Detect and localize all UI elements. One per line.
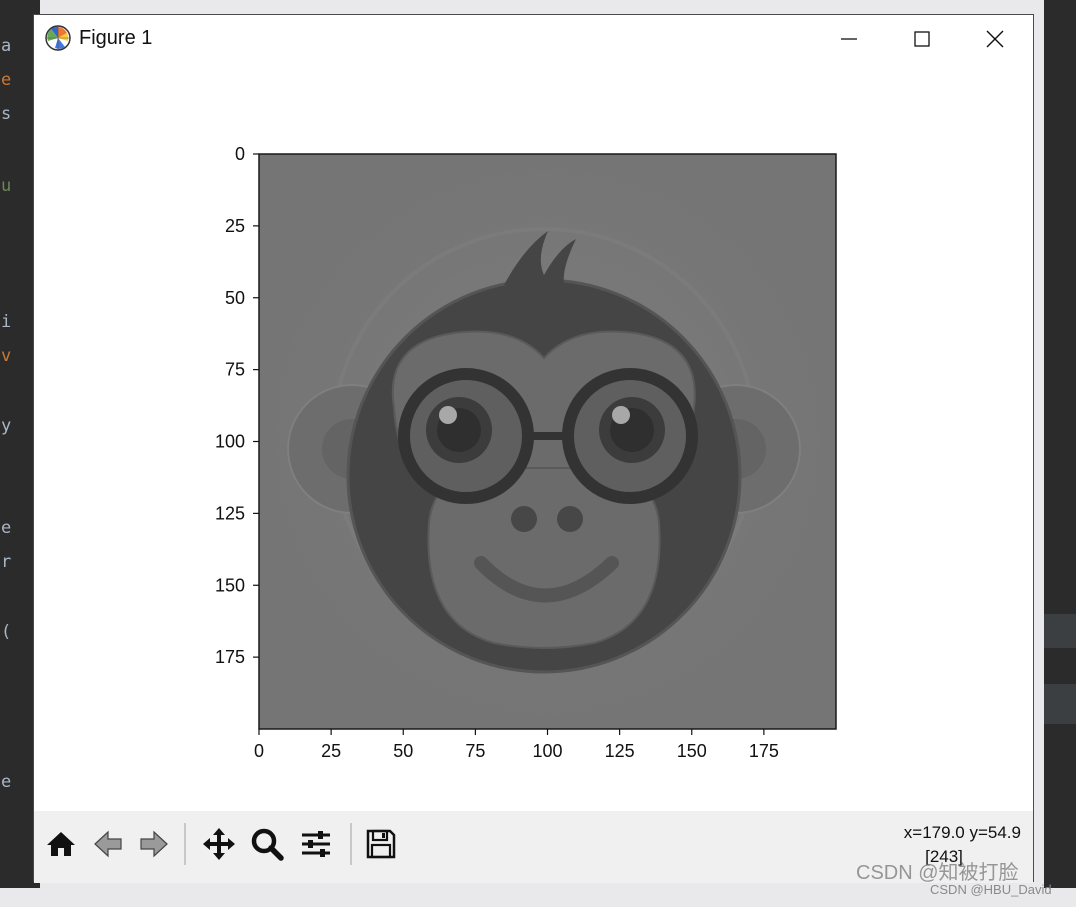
x-tick-label: 50 <box>393 741 413 761</box>
y-tick-label: 150 <box>215 575 245 595</box>
minimize-icon <box>841 38 857 40</box>
x-tick-label: 150 <box>677 741 707 761</box>
magnifier-icon <box>251 828 284 861</box>
watermark-small: CSDN @HBU_David <box>930 882 1052 897</box>
close-icon <box>986 30 1004 48</box>
coordinates-readout: x=179.0 y=54.9 <box>903 823 1021 842</box>
floppy-icon <box>366 829 396 859</box>
title-bar[interactable]: Figure 1 <box>34 15 1033 63</box>
window-title: Figure 1 <box>79 27 153 49</box>
x-tick-label: 75 <box>465 741 485 761</box>
save-button[interactable] <box>358 821 404 867</box>
desktop-background-bottom <box>0 888 1076 907</box>
home-button[interactable] <box>38 821 84 867</box>
monkey-image <box>259 154 836 729</box>
y-tick-label: 100 <box>215 432 245 452</box>
zoom-button[interactable] <box>244 821 290 867</box>
back-button[interactable] <box>86 821 130 867</box>
x-axis-ticks: 0 25 50 75 100 125 150 175 <box>254 729 779 761</box>
minimize-button[interactable] <box>814 15 884 63</box>
home-icon <box>47 832 75 856</box>
y-tick-label: 175 <box>215 647 245 667</box>
sliders-icon <box>302 831 330 857</box>
pan-button[interactable] <box>196 821 242 867</box>
image-plot[interactable]: 0 25 50 75 100 125 150 175 0 25 50 75 100 125 150 175 <box>34 63 1033 811</box>
y-axis-ticks: 0 25 50 75 100 125 150 175 <box>215 144 259 667</box>
close-button[interactable] <box>960 15 1030 63</box>
desktop-background <box>0 0 1076 14</box>
forward-button[interactable] <box>132 821 176 867</box>
y-tick-label: 75 <box>225 360 245 380</box>
arrow-right-icon <box>140 830 168 858</box>
maximize-icon <box>914 31 930 47</box>
y-tick-label: 0 <box>235 144 245 164</box>
configure-subplots-button[interactable] <box>292 821 340 867</box>
x-tick-label: 100 <box>532 741 562 761</box>
matplotlib-logo-icon <box>45 25 71 51</box>
background-panel-right <box>1044 0 1076 907</box>
x-tick-label: 175 <box>749 741 779 761</box>
toolbar-separator <box>184 823 186 865</box>
x-tick-label: 125 <box>605 741 635 761</box>
watermark: CSDN @知被打脸 <box>856 862 1019 884</box>
toolbar-separator <box>350 823 352 865</box>
x-tick-label: 0 <box>254 741 264 761</box>
move-icon <box>203 828 235 860</box>
y-tick-label: 125 <box>215 503 245 523</box>
x-tick-label: 25 <box>321 741 341 761</box>
y-tick-label: 50 <box>225 288 245 308</box>
arrow-left-icon <box>94 830 122 858</box>
maximize-button[interactable] <box>887 15 957 63</box>
y-tick-label: 25 <box>225 216 245 236</box>
figure-window: Figure 1 0 25 50 75 100 125 150 175 0 25… <box>33 14 1034 883</box>
figure-canvas[interactable]: 0 25 50 75 100 125 150 175 0 25 50 75 100 125 150 175 <box>34 63 1033 811</box>
